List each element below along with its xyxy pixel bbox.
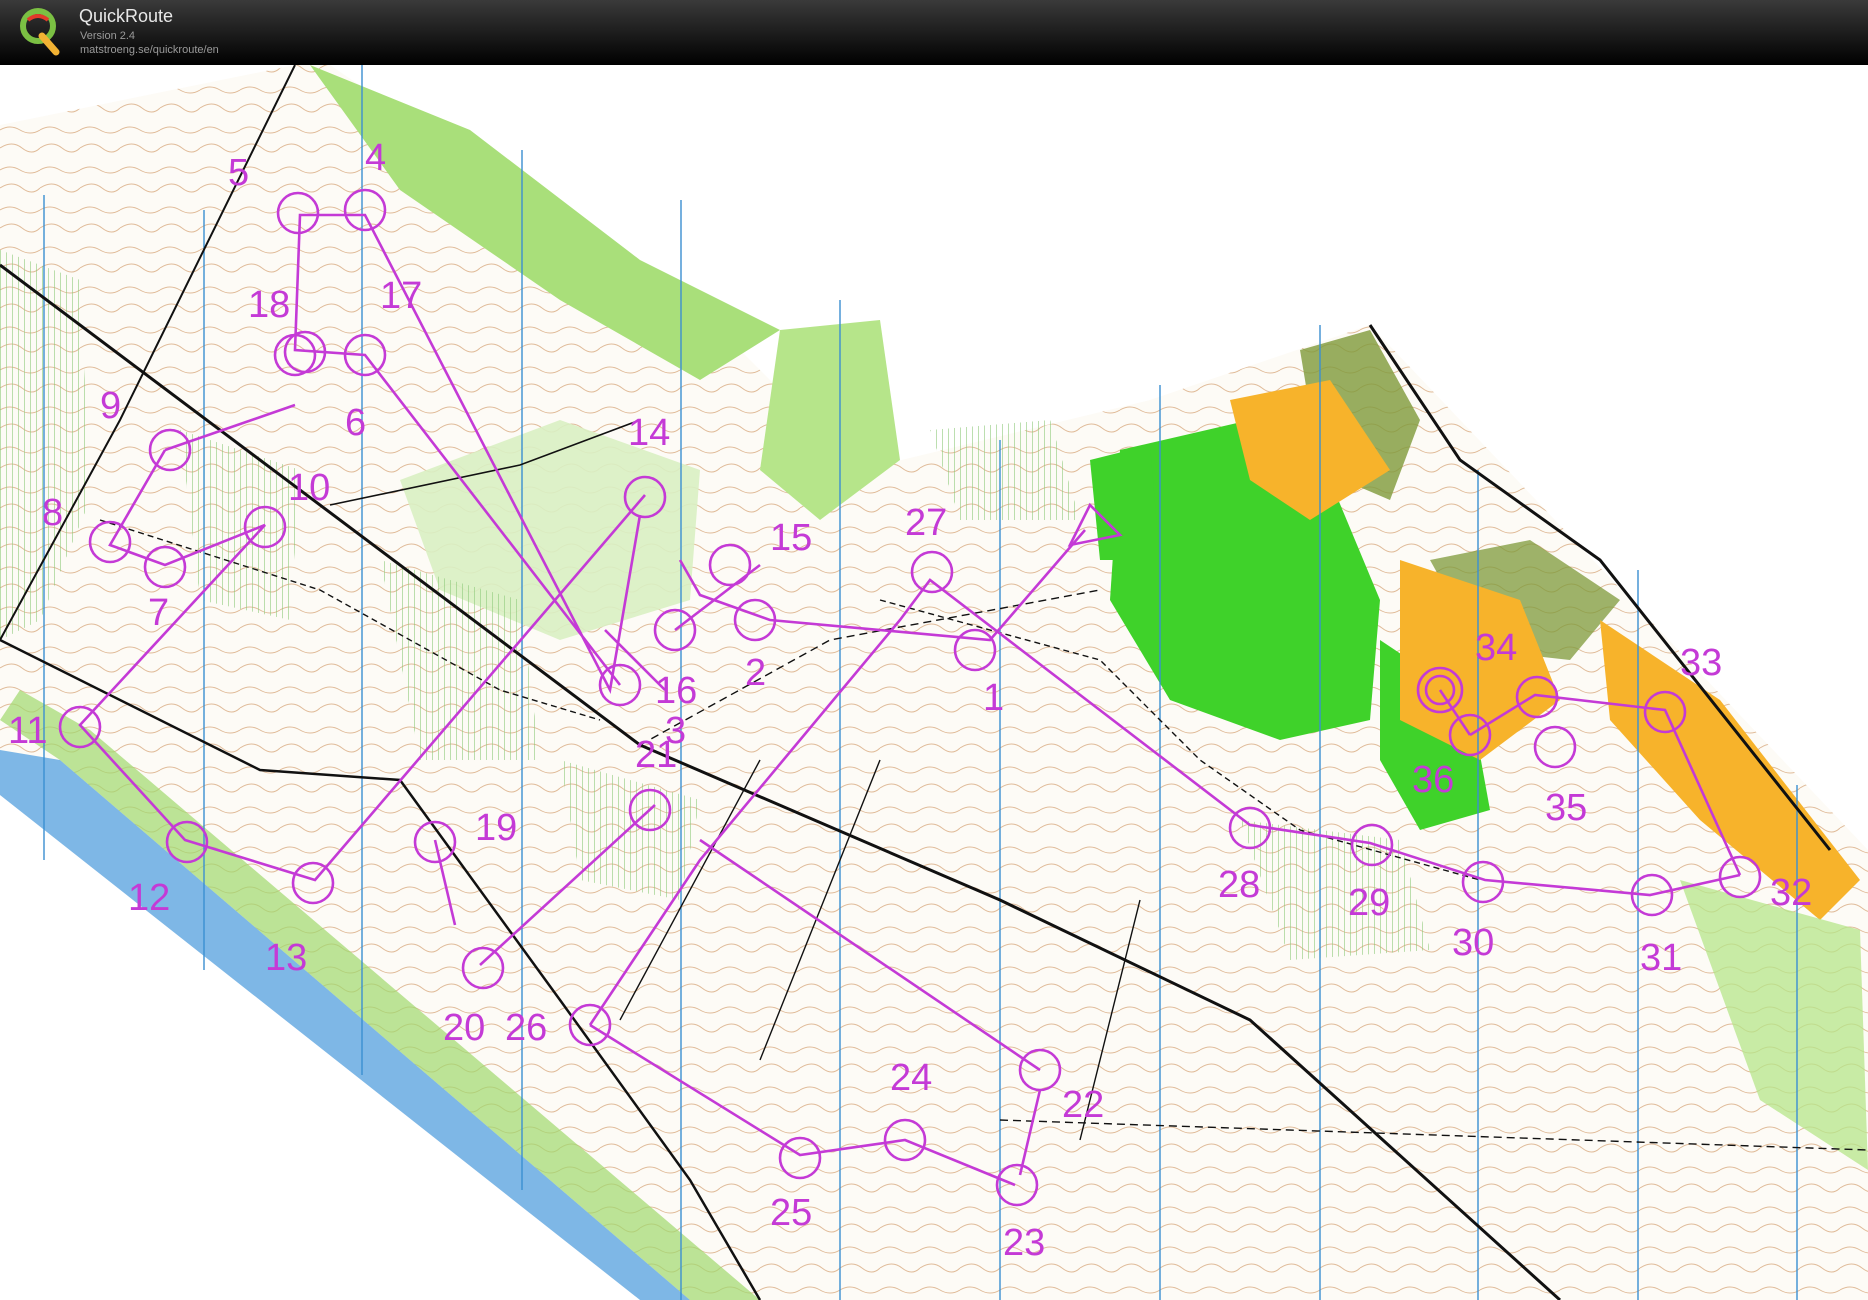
control-label: 10 [288, 467, 330, 509]
control-label: 16 [655, 670, 697, 712]
control-label: 1 [983, 677, 1004, 719]
control-label: 25 [770, 1192, 812, 1234]
control-label: 18 [248, 284, 290, 326]
control-label: 35 [1545, 787, 1587, 829]
control-label: 29 [1348, 882, 1390, 924]
control-label: 22 [1062, 1084, 1104, 1126]
control-label: 8 [42, 492, 63, 534]
control-label: 15 [770, 517, 812, 559]
control-label: 2 [745, 652, 766, 694]
app-name: QuickRoute [79, 6, 174, 26]
control-label: 5 [228, 152, 249, 194]
control-label: 30 [1452, 922, 1494, 964]
title-bar: QuickRoute Version 2.4 matstroeng.se/qui… [0, 0, 1868, 65]
control-label: 33 [1680, 642, 1722, 684]
control-label: 11 [8, 710, 47, 752]
control-label: 7 [148, 592, 169, 634]
control-label: 14 [628, 412, 670, 454]
control-label: 19 [475, 807, 517, 849]
orienteering-map[interactable]: 1 2 3 4 5 6 7 8 9 10 11 12 13 14 15 16 17 18 19 20 21 22 23 24 2… [0, 65, 1868, 1300]
control-label: 31 [1640, 937, 1682, 979]
control-label: 6 [345, 402, 366, 444]
control-label: 26 [505, 1007, 547, 1049]
control-label: 9 [100, 385, 121, 427]
control-label: 20 [443, 1007, 485, 1049]
control-label: 27 [905, 502, 947, 544]
control-label: 36 [1412, 759, 1454, 801]
control-label: 12 [128, 877, 170, 919]
control-label: 17 [380, 275, 422, 317]
app-url[interactable]: matstroeng.se/quickroute/en [80, 44, 219, 56]
map-canvas: 1234567891011121314151617181920212223242… [0, 65, 1868, 1300]
control-label: 23 [1003, 1222, 1045, 1264]
control-label: 28 [1218, 864, 1260, 906]
quickroute-logo-icon [20, 8, 60, 56]
terrain-base [0, 65, 1868, 1300]
control-label: 24 [890, 1057, 932, 1099]
control-label: 13 [265, 937, 307, 979]
app-version: Version 2.4 [80, 30, 136, 42]
control-label: 4 [365, 137, 386, 179]
control-label: 21 [635, 734, 677, 776]
control-label: 32 [1770, 872, 1812, 914]
control-label: 34 [1475, 627, 1517, 669]
